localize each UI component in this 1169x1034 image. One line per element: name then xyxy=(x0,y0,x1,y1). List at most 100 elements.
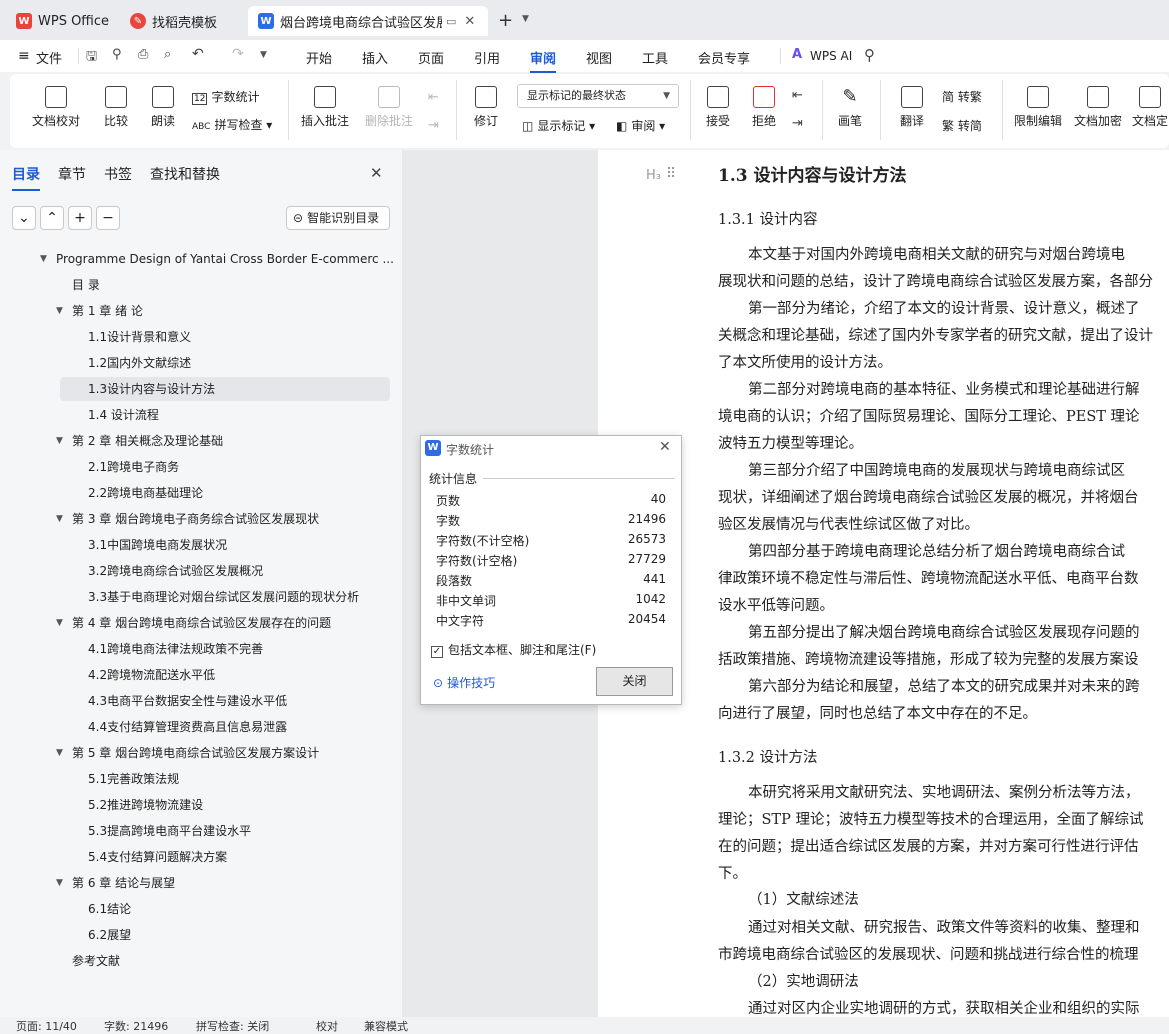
insert-comment-button[interactable]: 插入批注 xyxy=(298,86,352,129)
save-icon[interactable]: 🖫 xyxy=(86,47,97,69)
compare-button[interactable]: 比较 xyxy=(96,86,136,129)
add-heading-button[interactable]: + xyxy=(68,206,92,230)
toc-item[interactable]: 2.2跨境电商基础理论 xyxy=(88,481,203,505)
expand-arrow-icon[interactable]: ▼ xyxy=(56,611,63,635)
toc-item[interactable]: ▼ 第 3 章 烟台跨境电子商务综合试验区发展现状 xyxy=(56,507,319,531)
toc-item[interactable]: 4.1跨境电商法律法规政策不完善 xyxy=(88,637,263,661)
toc-item[interactable]: 4.4支付结算管理资费高且信息易泄露 xyxy=(88,715,287,739)
chevron-down-icon[interactable]: ▼ xyxy=(522,14,529,24)
delete-comment-button[interactable]: 删除批注 xyxy=(358,86,420,129)
close-tab-icon[interactable]: ✕ xyxy=(464,14,475,29)
restrict-edit-button[interactable]: 限制编辑 xyxy=(1010,86,1066,129)
toc-item[interactable]: 6.2展望 xyxy=(88,923,131,947)
close-pane-icon[interactable]: ✕ xyxy=(370,164,383,182)
menu-insert[interactable]: 插入 xyxy=(362,48,388,67)
markup-state-select[interactable]: 显示标记的最终状态 ▼ xyxy=(517,84,679,108)
toc-item[interactable]: 6.1结论 xyxy=(88,897,131,921)
translate-button[interactable]: 翻译 xyxy=(888,86,936,129)
toc-item[interactable]: 目 录 xyxy=(72,273,100,297)
redo-icon[interactable]: ↷ xyxy=(232,46,244,62)
include-textbox-checkbox[interactable]: ✓ 包括文本框、脚注和尾注(F) xyxy=(431,641,596,658)
toc-item[interactable]: 1.2国内外文献综述 xyxy=(88,351,191,375)
tab-document[interactable]: W 烟台跨境电商综合试验区发展方 ▭ ✕ xyxy=(248,6,488,36)
toc-item[interactable]: 5.2推进跨境物流建设 xyxy=(88,793,203,817)
tips-link[interactable]: ⊙ 操作技巧 xyxy=(433,674,495,691)
collapse-up-button[interactable]: ⌃ xyxy=(40,206,64,230)
menu-membership[interactable]: 会员专享 xyxy=(698,48,750,67)
document-page[interactable]: H₃ ⠿ 1.3 设计内容与设计方法 1.3.1 设计内容 本文基于对国内外跨境电商… xyxy=(598,150,1169,1017)
wps-ai-icon[interactable]: A xyxy=(792,47,802,62)
tab-wps-office[interactable]: W WPS Office xyxy=(6,6,116,36)
hamburger-icon[interactable]: ≡ xyxy=(18,48,30,64)
search-icon[interactable]: ⚲ xyxy=(864,46,875,64)
toc-item[interactable]: ▼ 第 4 章 烟台跨境电商综合试验区发展存在的问题 xyxy=(56,611,331,635)
toc-item[interactable]: 参考文献 xyxy=(72,949,120,973)
word-count-button[interactable]: 12 字数统计 xyxy=(192,88,259,105)
quick-access-dropdown-icon[interactable]: ▼ xyxy=(260,50,267,60)
toc-item[interactable]: 4.2跨境物流配送水平低 xyxy=(88,663,215,687)
show-markup-button[interactable]: ◫ 显示标记 ▾ xyxy=(522,117,595,134)
share-icon[interactable]: ⚲ xyxy=(112,47,122,62)
menu-home[interactable]: 开始 xyxy=(306,48,332,67)
expand-arrow-icon[interactable]: ▼ xyxy=(56,299,63,323)
tab-chapters[interactable]: 章节 xyxy=(58,164,86,184)
toc-item[interactable]: 5.1完善政策法规 xyxy=(88,767,179,791)
expand-arrow-icon[interactable]: ▼ xyxy=(56,507,63,531)
finalize-button[interactable]: 文档定 xyxy=(1130,86,1169,129)
toc-item[interactable]: 5.4支付结算问题解决方案 xyxy=(88,845,227,869)
menu-view[interactable]: 视图 xyxy=(586,48,612,67)
menu-tools[interactable]: 工具 xyxy=(642,48,668,67)
expand-down-button[interactable]: ⌄ xyxy=(12,206,36,230)
undo-icon[interactable]: ↶ xyxy=(192,46,204,62)
reject-button[interactable]: 拒绝 xyxy=(744,86,784,129)
smart-toc-button[interactable]: ⊝ 智能识别目录 xyxy=(286,206,390,230)
prev-comment-icon[interactable]: ⇤ xyxy=(428,90,439,105)
expand-arrow-icon[interactable]: ▼ xyxy=(40,247,47,271)
menu-review[interactable]: 审阅 xyxy=(530,48,557,73)
print-icon[interactable]: ⎙ xyxy=(138,47,148,62)
tab-toc[interactable]: 目录 xyxy=(12,164,40,191)
pen-button[interactable]: ✎ 画笔 xyxy=(832,86,868,129)
toc-item[interactable]: 3.3基于电商理论对烟台综试区发展问题的现状分析 xyxy=(88,585,359,609)
next-comment-icon[interactable]: ⇥ xyxy=(428,118,439,133)
toc-item[interactable]: ▼ 第 2 章 相关概念及理论基础 xyxy=(56,429,223,453)
accept-button[interactable]: 接受 xyxy=(698,86,738,129)
toc-item[interactable]: 2.1跨境电子商务 xyxy=(88,455,179,479)
revise-button[interactable]: 修订 xyxy=(466,86,506,129)
remove-heading-button[interactable]: − xyxy=(96,206,120,230)
toc-item[interactable]: 5.3提高跨境电商平台建设水平 xyxy=(88,819,251,843)
expand-arrow-icon[interactable]: ▼ xyxy=(56,871,63,895)
toc-item[interactable]: ▼ 第 6 章 结论与展望 xyxy=(56,871,175,895)
spell-check-button[interactable]: ABC 拼写检查 ▾ xyxy=(192,116,272,133)
toc-item[interactable]: ▼ 第 1 章 绪 论 xyxy=(56,299,143,323)
review-pane-button[interactable]: ◧ 审阅 ▾ xyxy=(616,117,665,134)
menu-references[interactable]: 引用 xyxy=(474,48,500,67)
doc-check-button[interactable]: 文档校对 xyxy=(28,86,84,129)
menu-file[interactable]: 文件 xyxy=(36,48,62,67)
monitor-icon[interactable]: ▭ xyxy=(446,15,456,28)
close-button[interactable]: 关闭 xyxy=(596,667,673,696)
print-preview-icon[interactable]: ⌕ xyxy=(164,47,171,62)
drag-handle-icon[interactable]: ⠿ xyxy=(666,166,676,182)
toc-item[interactable]: 4.3电商平台数据安全性与建设水平低 xyxy=(88,689,287,713)
to-traditional-button[interactable]: 简 转繁 xyxy=(942,88,982,105)
toc-item[interactable]: 1.4 设计流程 xyxy=(88,403,159,427)
to-simplified-button[interactable]: 繁 转简 xyxy=(942,117,982,134)
menu-wps-ai[interactable]: WPS AI xyxy=(810,49,852,63)
read-aloud-button[interactable]: 朗读 xyxy=(146,86,180,129)
encrypt-button[interactable]: 文档加密 xyxy=(1070,86,1126,129)
tab-bookmarks[interactable]: 书签 xyxy=(104,164,132,184)
new-tab-button[interactable]: + xyxy=(498,10,513,31)
tab-docer[interactable]: ✎ 找稻壳模板 xyxy=(120,6,244,36)
close-icon[interactable]: ✕ xyxy=(659,439,671,455)
proof-status[interactable]: 校对 xyxy=(316,1018,338,1034)
toc-item-selected[interactable]: 1.3设计内容与设计方法 xyxy=(60,377,390,401)
toc-item[interactable]: 3.2跨境电商综合试验区发展概况 xyxy=(88,559,263,583)
page-indicator[interactable]: 页面: 11/40 xyxy=(16,1018,77,1034)
expand-arrow-icon[interactable]: ▼ xyxy=(56,741,63,765)
next-revision-icon[interactable]: ⇥ xyxy=(792,116,803,131)
tab-find-replace[interactable]: 查找和替换 xyxy=(150,164,220,184)
toc-item[interactable]: 3.1中国跨境电商发展状况 xyxy=(88,533,227,557)
spell-check-status[interactable]: 拼写检查: 关闭 xyxy=(196,1018,269,1034)
toc-item[interactable]: ▼ 第 5 章 烟台跨境电商综合试验区发展方案设计 xyxy=(56,741,319,765)
